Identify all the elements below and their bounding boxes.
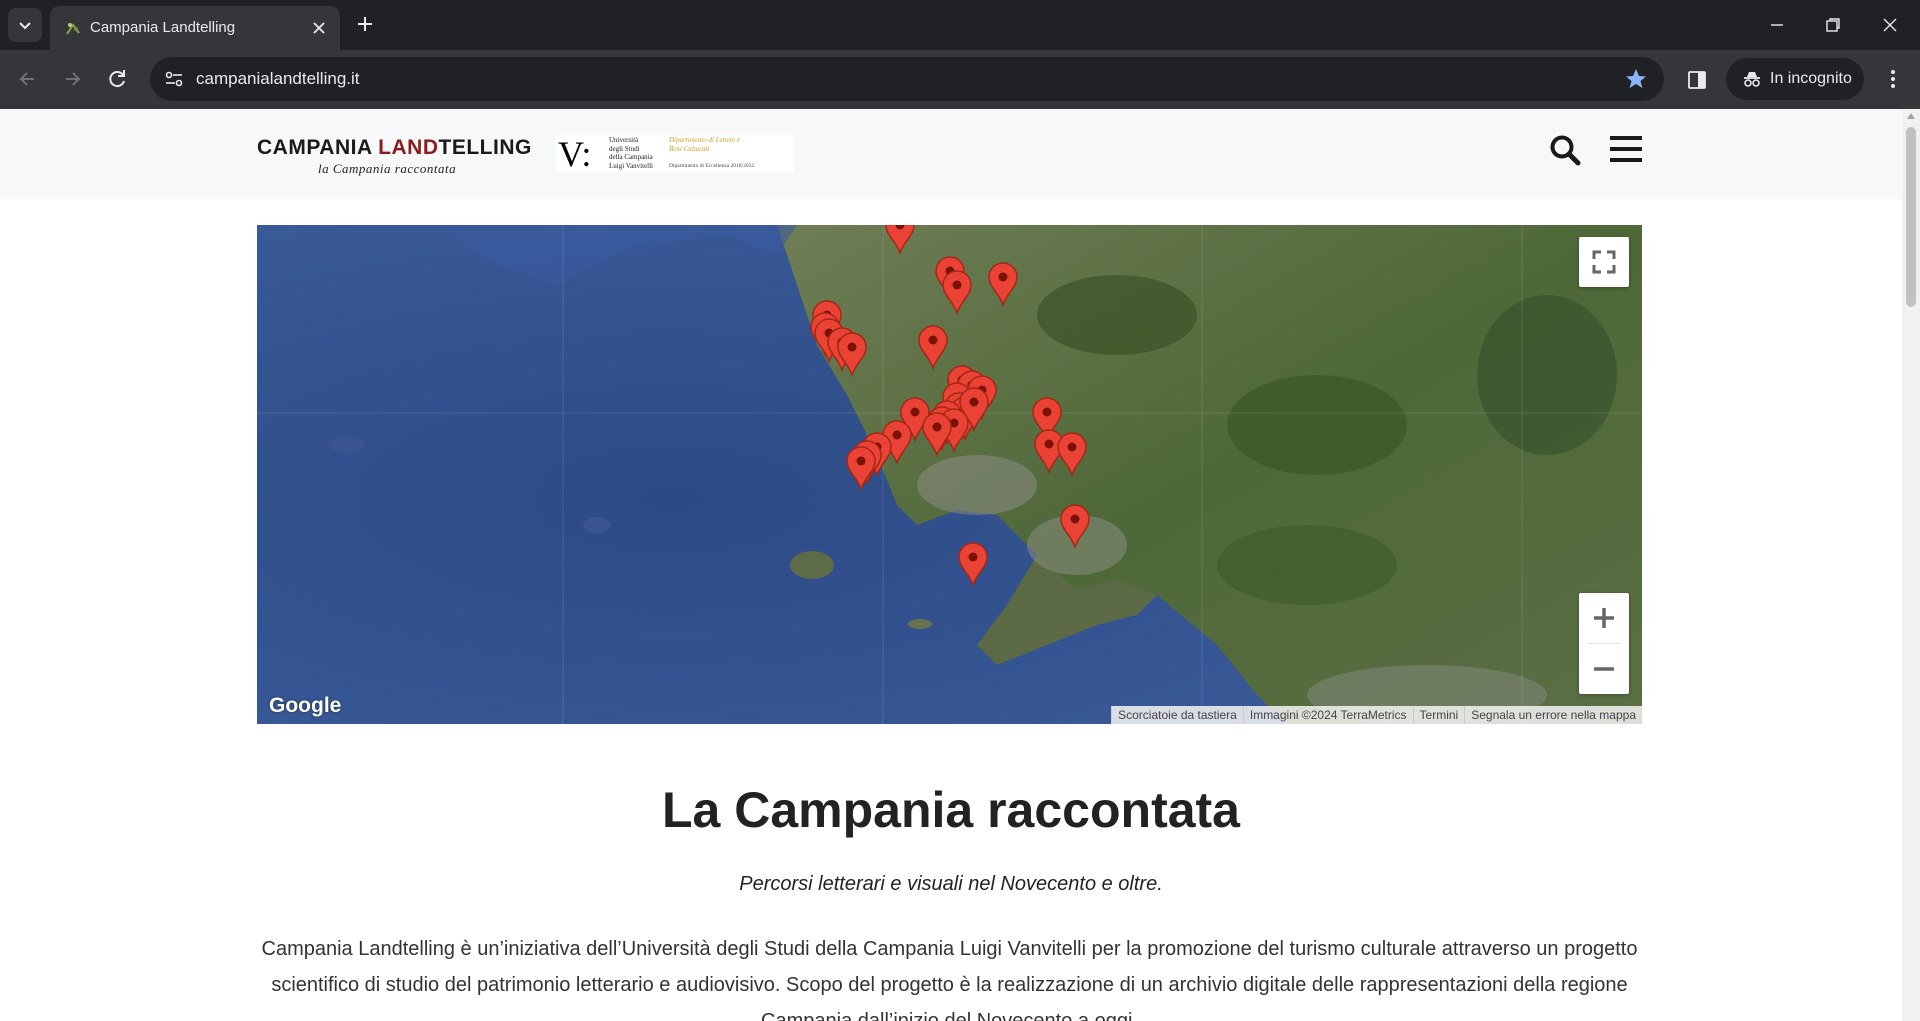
close-tab-icon[interactable] [310,19,328,37]
browser-toolbar: campanialandtelling.it In incognito [0,50,1920,109]
department-name: Dipartimento di Lettere e Beni Culturali [669,136,741,153]
address-bar[interactable]: campanialandtelling.it [150,57,1664,101]
restore-icon[interactable] [1820,12,1846,38]
incognito-indicator[interactable]: In incognito [1726,58,1864,100]
university-mark: V: [558,134,592,174]
google-logo[interactable]: Google [269,694,341,718]
report-error-link[interactable]: Segnala un errore nella mappa [1464,706,1642,724]
search-icon[interactable] [1548,133,1582,167]
site-logo[interactable]: CAMPANIA LANDTELLING la Campania raccont… [257,136,532,177]
browser-tab-active[interactable]: Campania Landtelling [50,6,340,50]
zoom-in-button[interactable] [1579,593,1629,643]
department-excellence: Dipartimento di Eccellenza 2018/2022 [669,163,755,169]
tab-title: Campania Landtelling [90,19,236,36]
incognito-icon [1744,72,1760,87]
web-page: CAMPANIA LANDTELLING la Campania raccont… [0,109,1902,1021]
map-marker-icon[interactable] [940,269,974,315]
map-view[interactable]: Google Scorciatoie da tastiera Immagini … [257,225,1642,724]
university-name: Università degli Studi della Campania Lu… [609,136,654,170]
browser-tabbar: Campania Landtelling [0,0,1920,50]
logo-tagline: la Campania raccontata [318,161,457,176]
map-marker-icon[interactable] [844,445,878,491]
zoom-out-button[interactable] [1579,644,1629,694]
site-favicon-icon [66,23,80,35]
fullscreen-icon [1592,250,1616,274]
intro-paragraph: Campania Landtelling è un’iniziativa del… [261,938,1638,1021]
site-header: CAMPANIA LANDTELLING la Campania raccont… [0,109,1902,199]
keyboard-shortcuts-link[interactable]: Scorciatoie da tastiera [1111,706,1243,724]
map-marker-icon[interactable] [883,225,917,255]
scroll-thumb[interactable] [1906,127,1916,307]
map-marker-icon[interactable] [956,541,990,587]
zoom-controls [1579,593,1629,694]
bookmark-star-icon[interactable] [1624,67,1648,91]
new-tab-icon[interactable] [354,13,376,35]
terms-link[interactable]: Termini [1412,706,1465,724]
logo-wordmark: CAMPANIA LANDTELLING [257,136,532,159]
hamburger-menu-icon[interactable] [1609,132,1643,166]
forward-arrow-icon[interactable] [58,65,86,93]
page-title: La Campania raccontata [662,782,1240,838]
back-arrow-icon[interactable] [14,65,42,93]
map-marker-icon[interactable] [835,331,869,377]
map-marker-icon[interactable] [1058,503,1092,549]
university-logo[interactable]: V: Università degli Studi della Campania… [556,135,794,173]
page-subtitle: Percorsi letterari e visuali nel Novecen… [739,873,1163,895]
minimize-icon[interactable] [1764,12,1790,38]
scroll-up-arrow-icon[interactable] [1907,113,1915,119]
page-scrollbar[interactable] [1902,109,1920,1021]
imagery-credit: Immagini ©2024 TerraMetrics [1242,706,1413,724]
map-marker-icon[interactable] [986,261,1020,307]
map-marker-icon[interactable] [920,411,954,457]
tab-search-button[interactable] [8,8,42,42]
browser-menu-icon[interactable] [1880,66,1906,92]
url-text: campanialandtelling.it [196,69,360,88]
close-window-icon[interactable] [1877,12,1903,38]
map-attribution: Scorciatoie da tastiera Immagini ©2024 T… [1111,706,1642,724]
side-panel-icon[interactable] [1684,67,1710,93]
map-marker-icon[interactable] [1055,431,1089,477]
reload-icon[interactable] [103,65,131,93]
site-settings-icon[interactable] [160,65,188,93]
fullscreen-button[interactable] [1579,237,1629,287]
incognito-label: In incognito [1770,70,1852,87]
chevron-down-icon [19,22,31,30]
